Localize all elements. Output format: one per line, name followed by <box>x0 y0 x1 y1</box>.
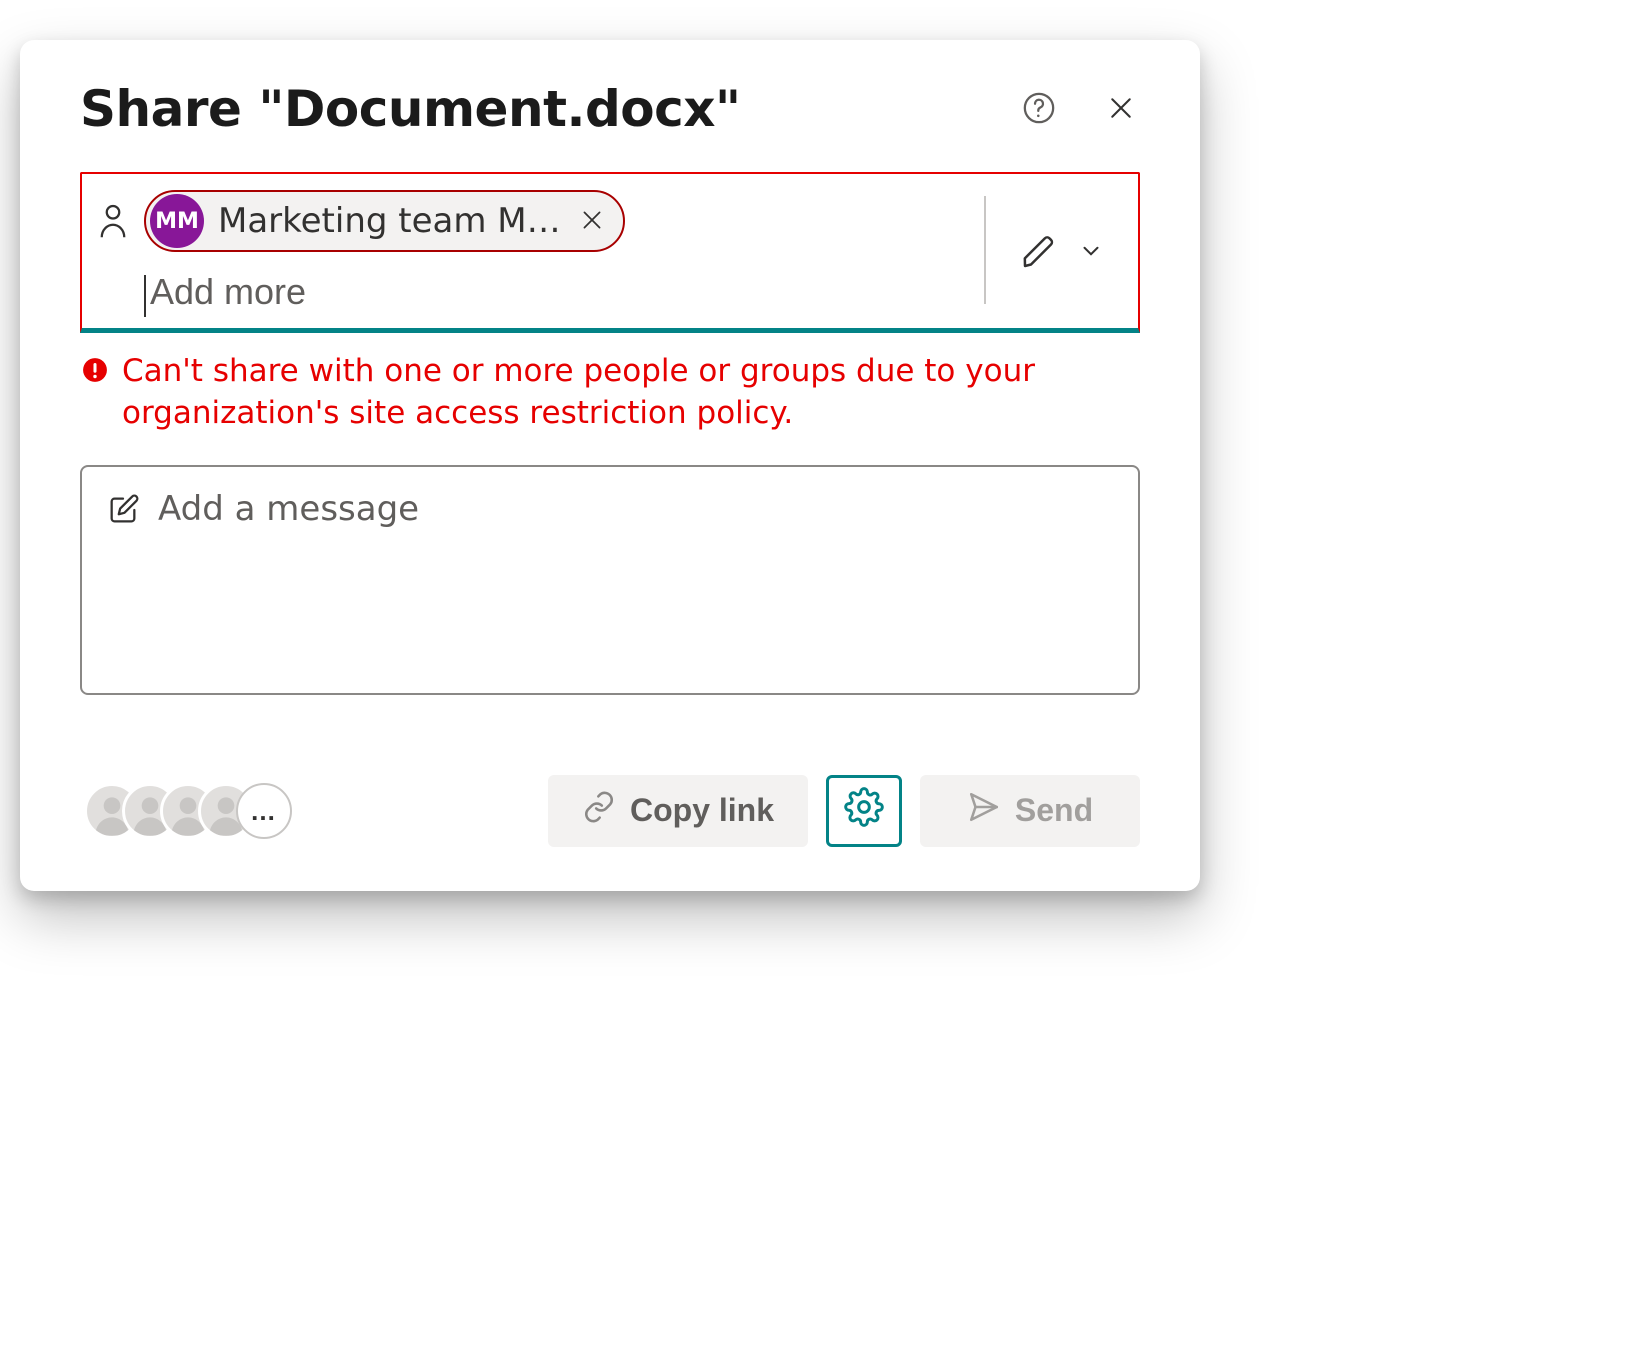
overflow-icon: … <box>236 783 292 839</box>
message-input[interactable] <box>156 487 1114 651</box>
avatar: MM <box>150 194 204 248</box>
dialog-backdrop: Share "Document.docx" <box>0 0 1633 1368</box>
link-icon <box>582 790 616 832</box>
pencil-icon <box>1020 231 1060 274</box>
help-icon <box>1022 91 1056 128</box>
error-message: Can't share with one or more people or g… <box>122 351 1140 435</box>
error-icon <box>82 357 108 387</box>
send-button[interactable]: Send <box>920 775 1140 847</box>
remove-recipient-button[interactable] <box>575 203 609 240</box>
recipient-chip[interactable]: MM Marketing team M… <box>144 190 625 252</box>
add-recipient-input[interactable] <box>148 270 972 314</box>
dialog-title: Share "Document.docx" <box>80 80 741 138</box>
gear-icon <box>844 787 884 835</box>
person-icon <box>98 190 128 244</box>
close-icon <box>579 207 605 236</box>
send-label: Send <box>1015 792 1093 829</box>
close-button[interactable] <box>1102 89 1140 130</box>
shared-with-button[interactable]: … <box>80 779 296 843</box>
compose-icon <box>106 487 140 531</box>
dialog-header: Share "Document.docx" <box>80 80 1140 138</box>
close-icon <box>1106 93 1136 126</box>
header-actions <box>1018 87 1140 132</box>
recipient-chip-label: Marketing team M… <box>218 201 561 241</box>
footer: … Copy link <box>80 775 1140 847</box>
copy-link-button[interactable]: Copy link <box>548 775 808 847</box>
message-box <box>80 465 1140 695</box>
text-caret <box>144 275 146 317</box>
share-dialog: Share "Document.docx" <box>20 40 1200 891</box>
copy-link-label: Copy link <box>630 792 774 829</box>
divider <box>984 196 986 304</box>
send-icon <box>967 790 1001 832</box>
recipient-main: MM Marketing team M… <box>144 190 972 314</box>
recipient-box: MM Marketing team M… <box>80 172 1140 333</box>
help-button[interactable] <box>1018 87 1060 132</box>
recipient-left: MM Marketing team M… <box>98 190 972 314</box>
error-row: Can't share with one or more people or g… <box>80 351 1140 435</box>
footer-actions: Copy link <box>548 775 1140 847</box>
chevron-down-icon <box>1078 238 1104 267</box>
permission-button[interactable] <box>1002 190 1122 314</box>
link-settings-button[interactable] <box>826 775 902 847</box>
